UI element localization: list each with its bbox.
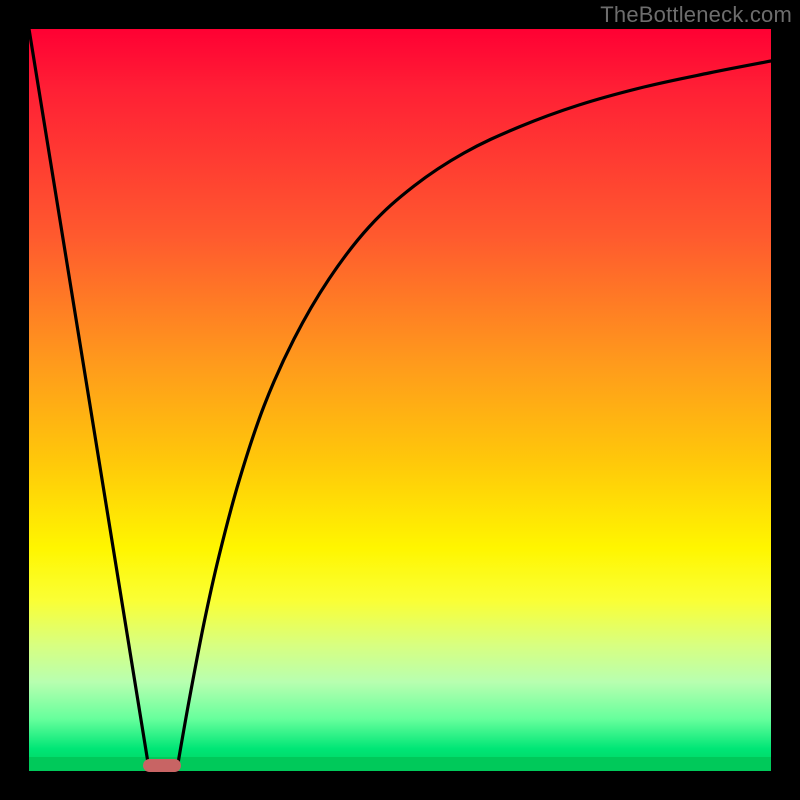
plot-area xyxy=(29,29,771,771)
chart-frame: TheBottleneck.com xyxy=(0,0,800,800)
curve-left-descent xyxy=(29,29,149,769)
minimum-marker xyxy=(143,759,181,772)
curve-right-ascent xyxy=(177,61,771,769)
curve-layer xyxy=(29,29,771,771)
watermark-text: TheBottleneck.com xyxy=(600,2,792,28)
curve-group xyxy=(29,29,771,769)
